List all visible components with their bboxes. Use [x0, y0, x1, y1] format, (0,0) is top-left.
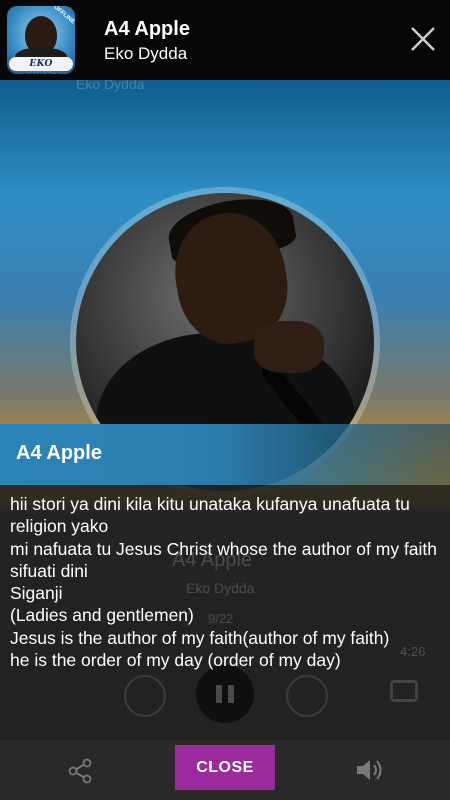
repeat-icon: [390, 680, 418, 702]
bottom-bar: CLOSE: [0, 740, 450, 800]
close-button[interactable]: CLOSE: [175, 745, 275, 790]
lyrics-line: Siganji: [10, 583, 63, 604]
artist-avatar: OFFLINE EKO DYDDA: [7, 6, 75, 74]
lyrics-dialog-body[interactable]: A4 Apple Eko Dydda 9/22 4:26 hii stori y…: [0, 485, 450, 740]
share-icon[interactable]: [66, 757, 94, 785]
header-title-block: A4 Apple Eko Dydda: [104, 16, 190, 66]
pause-bar: [216, 685, 222, 703]
previous-button-ghost: [124, 675, 166, 717]
album-art-hand: [254, 321, 324, 373]
next-button-ghost: [286, 675, 328, 717]
volume-icon[interactable]: [355, 756, 387, 784]
lyrics-text: hii stori ya dini kila kitu unataka kufa…: [0, 485, 450, 671]
lyrics-line: mi nafuata tu Jesus Christ whose the aut…: [10, 538, 438, 581]
pause-bar: [228, 685, 234, 703]
artist-name: Eko Dydda: [104, 44, 188, 63]
lyrics-line: he is the order of my day (order of my d…: [10, 650, 341, 671]
top-app-bar: OFFLINE EKO DYDDA A4 Apple Eko Dydda: [0, 0, 450, 80]
close-x-icon[interactable]: [410, 26, 436, 52]
song-title: A4 Apple: [104, 18, 190, 40]
lyrics-title: A4 Apple: [16, 442, 102, 464]
lyrics-dialog-header: A4 Apple: [0, 424, 450, 485]
play-pause-button-ghost: [196, 665, 254, 723]
lyrics-line: Jesus is the author of my faith(author o…: [10, 627, 390, 648]
lyrics-line: hii stori ya dini kila kitu unataka kufa…: [10, 494, 410, 537]
lyrics-line: (Ladies and gentlemen): [10, 605, 194, 626]
avatar-badge: EKO DYDDA: [9, 57, 73, 74]
